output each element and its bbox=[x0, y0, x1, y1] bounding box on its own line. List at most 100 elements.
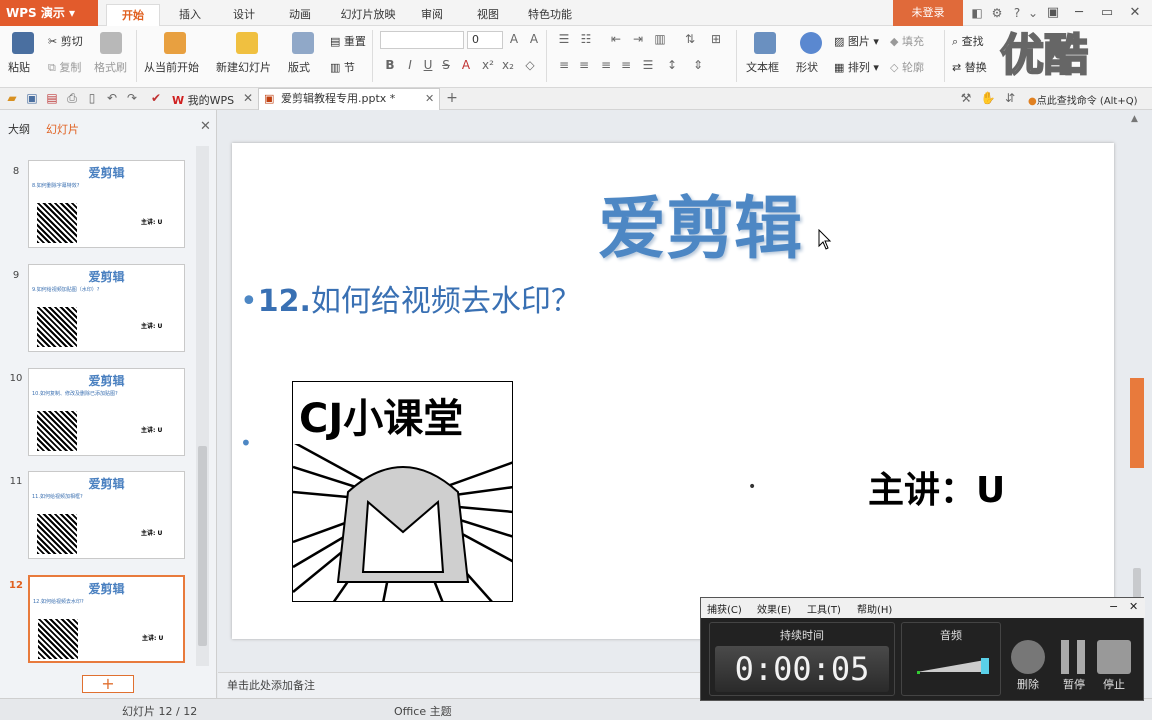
format-painter-label[interactable]: 格式刷 bbox=[94, 59, 127, 75]
shape-icon[interactable] bbox=[800, 32, 822, 54]
align-left-icon[interactable]: ≡ bbox=[556, 58, 572, 72]
stop-button[interactable]: 停止 bbox=[1095, 676, 1133, 692]
delete-button[interactable]: 删除 bbox=[1009, 676, 1047, 692]
bold-icon[interactable]: B bbox=[382, 58, 398, 72]
close-panel-icon[interactable]: ✕ bbox=[200, 119, 211, 134]
font-color-icon[interactable]: A bbox=[458, 58, 474, 72]
slide-canvas[interactable]: 爱剪辑 •12.如何给视频去水印？ • CJ小课堂 • 主讲：U bbox=[232, 143, 1114, 639]
document-tab[interactable]: ▣ 爱剪辑教程专用.pptx * ✕ bbox=[258, 88, 440, 110]
restore-ribbon-icon[interactable]: ▣ bbox=[1040, 2, 1066, 24]
pin-icon[interactable]: ⚒ bbox=[958, 91, 974, 105]
scroll-position-marker[interactable] bbox=[1130, 378, 1144, 468]
wps-menu-button[interactable]: WPS 演示 ▾ bbox=[0, 0, 98, 26]
layout-button[interactable]: 版式 bbox=[288, 59, 310, 75]
layout-icon[interactable] bbox=[292, 32, 314, 54]
preview-icon[interactable]: ▯ bbox=[84, 91, 100, 105]
arrange-button[interactable]: ▦ 排列 ▾ bbox=[834, 59, 879, 75]
shrink-font-icon[interactable]: A bbox=[526, 32, 542, 46]
cut-button[interactable]: ✂ 剪切 bbox=[48, 33, 83, 49]
brush-icon[interactable] bbox=[100, 32, 122, 54]
paragraph-spacing-icon[interactable]: ⇕ bbox=[690, 58, 706, 72]
slide-thumbnail-9[interactable]: 爱剪辑 9.如何给视频加贴图（水印）? 主讲: U bbox=[28, 264, 185, 352]
panel-scrollbar[interactable] bbox=[196, 146, 209, 666]
slide-thumbnail-11[interactable]: 爱剪辑 11.如何给视频加相框? 主讲: U bbox=[28, 471, 185, 559]
strikethrough-icon[interactable]: S bbox=[438, 58, 454, 72]
justify-icon[interactable]: ≡ bbox=[618, 58, 634, 72]
sync-icon[interactable]: ⇵ bbox=[1002, 91, 1018, 105]
close-tab-icon[interactable]: ✕ bbox=[240, 91, 256, 105]
bullets-icon[interactable]: ☰ bbox=[556, 32, 572, 46]
slide-question[interactable]: •12.如何给视频去水印？ bbox=[240, 276, 581, 320]
capture-menu[interactable]: 捕获(C) bbox=[707, 601, 742, 616]
new-slide-icon[interactable] bbox=[236, 32, 258, 54]
tab-home[interactable]: 开始 bbox=[106, 4, 160, 26]
textbox-icon[interactable] bbox=[754, 32, 776, 54]
align-right-icon[interactable]: ≡ bbox=[598, 58, 614, 72]
settings-icon[interactable]: ⚙ bbox=[988, 4, 1006, 22]
find-button[interactable]: ⌕ 查找 bbox=[952, 33, 984, 49]
tab-review[interactable]: 审阅 bbox=[412, 4, 452, 26]
slide-title[interactable]: 爱剪辑 bbox=[232, 173, 1114, 272]
numbering-icon[interactable]: ☷ bbox=[578, 32, 594, 46]
command-search[interactable]: ●点此查找命令 (Alt+Q) bbox=[1028, 92, 1138, 107]
slide-thumbnail-10[interactable]: 爱剪辑 10.如何复制、修改及删除已添加贴图? 主讲: U bbox=[28, 368, 185, 456]
italic-icon[interactable]: I bbox=[402, 58, 418, 72]
distribute-icon[interactable]: ☰ bbox=[640, 58, 656, 72]
new-tab-icon[interactable]: + bbox=[444, 90, 460, 106]
underline-icon[interactable]: U bbox=[420, 58, 436, 72]
panel-scroll-thumb[interactable] bbox=[198, 446, 207, 646]
replace-button[interactable]: ⇄ 替换 bbox=[952, 59, 987, 75]
recorder-close-icon[interactable]: ✕ bbox=[1129, 600, 1138, 613]
open-icon[interactable]: ▰ bbox=[4, 91, 20, 105]
columns-icon[interactable]: ▥ bbox=[652, 32, 668, 46]
speaker-text[interactable]: 主讲：U bbox=[868, 461, 1005, 513]
comic-image[interactable]: CJ小课堂 bbox=[292, 381, 513, 602]
recorder-minimize-icon[interactable]: − bbox=[1109, 600, 1118, 613]
close-button[interactable]: ✕ bbox=[1122, 2, 1148, 24]
superscript-icon[interactable]: x² bbox=[480, 58, 496, 72]
align-text-icon[interactable]: ⊞ bbox=[708, 32, 724, 46]
shape-button[interactable]: 形状 bbox=[796, 59, 818, 75]
from-current-button[interactable]: 从当前开始 bbox=[144, 59, 199, 75]
hand-icon[interactable]: ✋ bbox=[980, 91, 996, 105]
clear-format-icon[interactable]: ◇ bbox=[522, 58, 538, 72]
subscript-icon[interactable]: x₂ bbox=[500, 58, 516, 72]
canvas-scrollbar[interactable]: ▲ bbox=[1130, 112, 1144, 672]
outline-tab[interactable]: 大纲 bbox=[8, 121, 30, 137]
login-button[interactable]: 未登录 bbox=[893, 0, 963, 26]
export-pdf-icon[interactable]: ▤ bbox=[44, 91, 60, 105]
tab-design[interactable]: 设计 bbox=[222, 4, 266, 26]
font-size-field[interactable]: 0 bbox=[467, 31, 503, 49]
audio-level-meter[interactable] bbox=[915, 652, 991, 678]
tab-slideshow[interactable]: 幻灯片放映 bbox=[334, 4, 402, 26]
my-wps-tab[interactable]: W 我的WPS bbox=[172, 92, 234, 108]
tab-view[interactable]: 视图 bbox=[466, 4, 510, 26]
stop-icon[interactable] bbox=[1097, 640, 1131, 674]
delete-icon[interactable] bbox=[1011, 640, 1045, 674]
outline-button[interactable]: ◇ 轮廓 bbox=[890, 59, 924, 75]
tab-animation[interactable]: 动画 bbox=[278, 4, 322, 26]
section-button[interactable]: ▥ 节 bbox=[330, 59, 355, 75]
slides-tab[interactable]: 幻灯片 bbox=[46, 121, 79, 137]
picture-button[interactable]: ▨ 图片 ▾ bbox=[834, 33, 879, 49]
new-slide-button[interactable]: 新建幻灯片 bbox=[216, 59, 271, 75]
paste-label[interactable]: 粘贴 bbox=[8, 59, 30, 75]
tab-insert[interactable]: 插入 bbox=[168, 4, 212, 26]
help-menu[interactable]: 帮助(H) bbox=[857, 601, 892, 616]
print-icon[interactable]: ⎙ bbox=[64, 91, 80, 106]
grow-font-icon[interactable]: A bbox=[506, 32, 522, 46]
slide-thumbnail-12[interactable]: 爱剪辑 12.如何给视频去水印? 主讲: U bbox=[28, 575, 185, 663]
scroll-up-icon[interactable]: ▲ bbox=[1131, 114, 1138, 124]
indent-decrease-icon[interactable]: ⇤ bbox=[608, 32, 624, 46]
close-doc-icon[interactable]: ✕ bbox=[425, 89, 434, 109]
reset-button[interactable]: ▤ 重置 bbox=[330, 33, 366, 49]
undo-icon[interactable]: ↶ bbox=[104, 91, 120, 105]
pause-icon[interactable] bbox=[1059, 640, 1089, 674]
effects-menu[interactable]: 效果(E) bbox=[757, 601, 791, 616]
tools-menu[interactable]: 工具(T) bbox=[807, 601, 841, 616]
add-slide-button[interactable]: + bbox=[82, 675, 134, 693]
slide-thumbnail-8[interactable]: 爱剪辑 8.如何删除字幕特效? 主讲: U bbox=[28, 160, 185, 248]
customize-icon[interactable]: ✔ bbox=[148, 91, 164, 105]
line-spacing-icon[interactable]: ↕ bbox=[664, 58, 680, 72]
tab-features[interactable]: 特色功能 bbox=[520, 4, 580, 26]
